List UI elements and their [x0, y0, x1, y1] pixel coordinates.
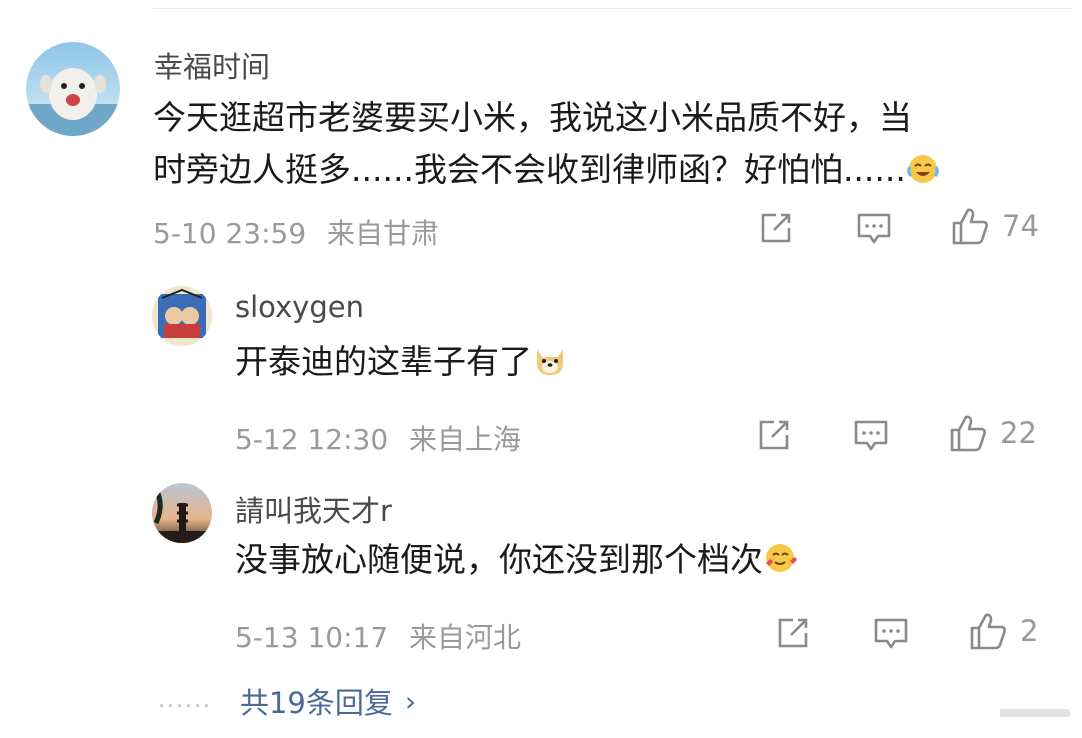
comment-icon: [857, 213, 891, 244]
chevron-right-icon: ›: [404, 684, 417, 718]
reply-2-meta: 5-13 10:17 来自河北: [235, 616, 521, 656]
avatar-main-comment[interactable]: [26, 42, 120, 136]
reply-1-reply-button[interactable]: [853, 419, 889, 453]
comment-icon: [874, 618, 908, 649]
comment-location: 来自甘肃: [327, 217, 440, 250]
reply-2-like-count: 2: [1020, 614, 1039, 648]
reply-1-location: 来自上海: [409, 423, 522, 456]
comment-text: 今天逛超市老婆要买小米，我说这小米品质不好，当 时旁边人挺多......我会不会…: [153, 92, 1053, 200]
comment-username[interactable]: 幸福时间: [154, 44, 270, 86]
avatar-reply-2[interactable]: [152, 483, 212, 543]
reply-1-like-button[interactable]: 22: [948, 413, 1037, 453]
reply-1-meta: 5-12 12:30 来自上海: [235, 418, 521, 458]
reply-2-reply-button[interactable]: [873, 617, 909, 651]
share-button[interactable]: [758, 211, 794, 245]
watermark: [1000, 705, 1070, 719]
comment-text-line-2-text: 时旁边人挺多......我会不会收到律师函？好怕怕......: [153, 150, 906, 189]
reply-1-text-content: 开泰迪的这辈子有了: [235, 342, 532, 381]
share-icon: [761, 213, 791, 243]
reply-1-time: 5-12 12:30: [235, 423, 389, 456]
top-divider: [153, 8, 1073, 9]
reply-2-text-content: 没事放心随便说，你还没到那个档次: [235, 540, 763, 579]
avatar-reply-1[interactable]: [152, 286, 212, 346]
reply-2-username[interactable]: 請叫我天才r: [235, 488, 392, 530]
like-count: 74: [1002, 209, 1039, 243]
like-button[interactable]: 74: [950, 206, 1039, 246]
comment-text-line-2: 时旁边人挺多......我会不会收到律师函？好怕怕......: [153, 144, 1053, 200]
comment-meta: 5-10 23:59 来自甘肃: [153, 212, 439, 252]
share-icon: [778, 618, 808, 648]
reply-2-like-button[interactable]: 2: [968, 611, 1038, 651]
thumbs-up-icon: [952, 208, 988, 245]
reply-2-text: 没事放心随便说，你还没到那个档次: [235, 536, 799, 588]
more-replies-row[interactable]: ...... 共19条回复 ›: [158, 680, 416, 722]
reply-1-share-button[interactable]: [756, 418, 792, 452]
comment-icon: [854, 420, 888, 451]
reply-1-like-count: 22: [1000, 416, 1037, 450]
share-icon: [759, 420, 789, 450]
reply-2-time: 5-13 10:17: [235, 621, 389, 654]
comment-text-line-1: 今天逛超市老婆要买小米，我说这小米品质不好，当: [153, 98, 912, 137]
more-replies-link[interactable]: 共19条回复: [240, 680, 393, 722]
comment-time: 5-10 23:59: [153, 217, 307, 250]
laugh-cry-emoji-icon: [906, 148, 940, 200]
more-replies-dots: ......: [158, 688, 212, 713]
reply-1-text: 开泰迪的这辈子有了: [235, 338, 568, 390]
thumbs-up-icon: [970, 613, 1006, 650]
thumbs-up-icon: [950, 415, 986, 452]
reply-2-location: 来自河北: [409, 621, 522, 654]
reply-1-username[interactable]: sloxygen: [235, 290, 364, 324]
reply-2-share-button[interactable]: [775, 616, 811, 650]
reply-button[interactable]: [856, 212, 892, 246]
hearts-face-emoji-icon: [763, 540, 799, 588]
doge-emoji-icon: [532, 342, 568, 390]
